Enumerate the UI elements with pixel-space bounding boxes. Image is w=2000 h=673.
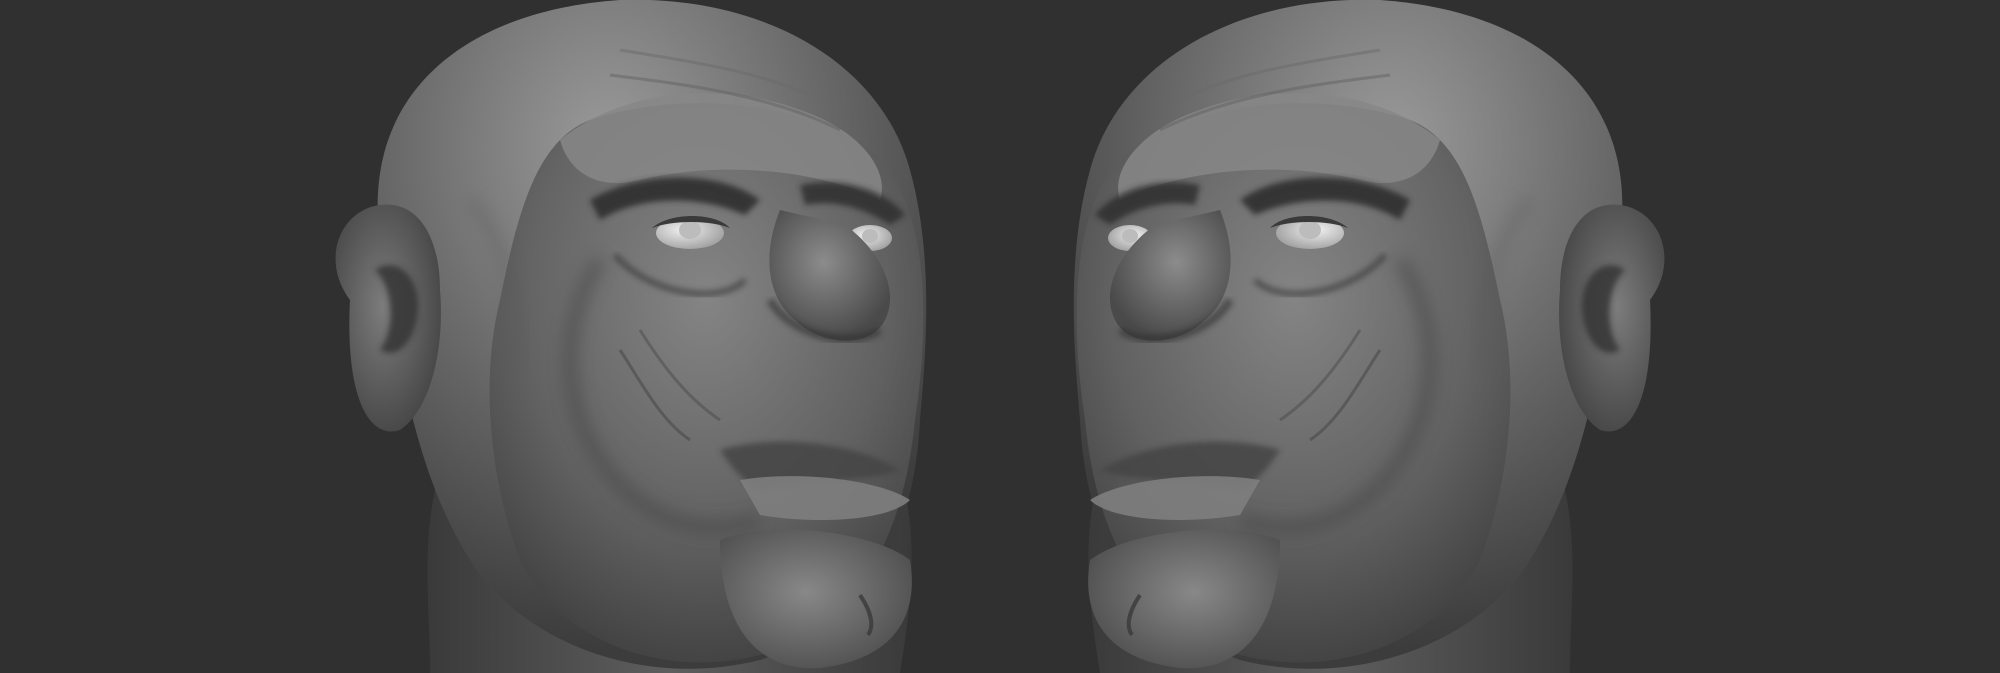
- head-three-quarter-left: [336, 0, 927, 673]
- head-three-quarter-right: [1074, 0, 1665, 673]
- render-viewport: [0, 0, 2000, 673]
- sculpt-render: [0, 0, 2000, 673]
